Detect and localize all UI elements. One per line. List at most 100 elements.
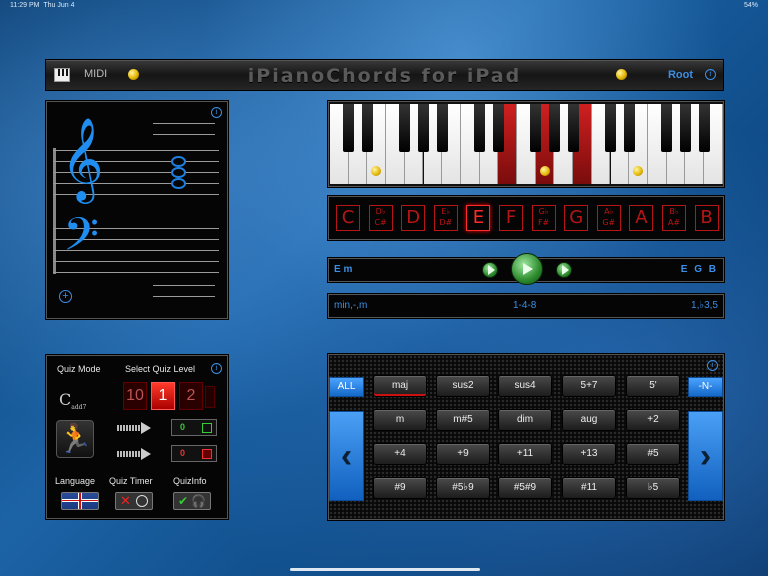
staff-info-icon[interactable]: i xyxy=(211,107,222,118)
add-icon[interactable]: + xyxy=(59,290,72,303)
chord-aliases: min,-,m xyxy=(334,300,368,311)
check-icon xyxy=(202,423,212,433)
all-button[interactable]: ALL xyxy=(329,377,364,397)
play-button[interactable] xyxy=(511,253,543,285)
prev-chord-button[interactable] xyxy=(482,262,498,278)
note-button[interactable]: G♭ F# xyxy=(531,205,556,231)
chord-type-button[interactable]: #5#9 xyxy=(498,477,552,499)
black-key[interactable] xyxy=(661,104,673,152)
status-bar: 11:29 PM Thu Jun 4 54% xyxy=(10,2,758,14)
n-button[interactable]: -N- xyxy=(688,377,723,397)
staff-note xyxy=(171,167,186,178)
chord-type-button[interactable]: +2 xyxy=(626,409,680,431)
note-button[interactable]: E xyxy=(466,205,491,231)
ledger-line xyxy=(153,296,215,297)
chord-type-button[interactable]: +11 xyxy=(498,443,552,465)
chord-type-button[interactable]: dim xyxy=(498,409,552,431)
black-key[interactable] xyxy=(343,104,355,152)
chord-intervals: 1-4-8 xyxy=(513,300,537,311)
treble-clef-icon: 𝄞 xyxy=(61,116,104,200)
chord-type-button[interactable]: #11 xyxy=(562,477,616,499)
staff-bar xyxy=(53,148,56,274)
chord-info-bar: min,-,m 1-4-8 1,♭3,5 xyxy=(328,294,724,318)
root-button[interactable]: Root xyxy=(668,69,693,81)
chord-type-button[interactable]: +13 xyxy=(562,443,616,465)
black-key[interactable] xyxy=(418,104,429,152)
chord-type-button[interactable]: m#5 xyxy=(436,409,490,431)
ledger-line xyxy=(153,285,215,286)
black-key[interactable] xyxy=(492,104,504,152)
black-key[interactable] xyxy=(474,104,486,152)
chord-type-button[interactable]: maj xyxy=(373,375,427,397)
quiz-level-1[interactable]: 1 xyxy=(151,382,175,410)
black-key[interactable] xyxy=(567,104,579,152)
chord-notes: E G B xyxy=(680,264,718,275)
start-quiz-button[interactable]: 🏃 xyxy=(56,420,94,458)
note-button[interactable]: A♭ G# xyxy=(596,205,621,231)
quiz-panel: Quiz Mode Select Quiz Level i Cadd7 10 1… xyxy=(46,355,228,519)
chord-type-panel: i ALL -N- ‹ › maj sus2 sus4 5+7 5' m m#5 dim aug… xyxy=(328,354,724,520)
staff-panel: i 𝄞 𝄢 + xyxy=(46,101,228,319)
chord-type-button[interactable]: 5+7 xyxy=(562,375,616,397)
note-button[interactable]: F xyxy=(499,205,523,231)
timer-button[interactable]: ✕ xyxy=(115,492,153,510)
black-key[interactable] xyxy=(361,104,373,152)
uk-flag-icon[interactable] xyxy=(61,492,99,510)
quiz-timer-label: Quiz Timer xyxy=(109,476,153,486)
note-button[interactable]: E♭ D# xyxy=(433,205,458,231)
arrow-icon xyxy=(117,422,151,434)
ledger-line xyxy=(153,134,215,135)
note-button[interactable]: D♭ C# xyxy=(368,205,393,231)
level-scroll[interactable] xyxy=(205,386,215,408)
chord-type-button[interactable]: ♭5 xyxy=(626,477,680,499)
black-key[interactable] xyxy=(548,104,560,152)
chord-type-button[interactable]: sus2 xyxy=(436,375,490,397)
black-key[interactable] xyxy=(623,104,635,152)
note-button[interactable]: B♭ A# xyxy=(662,205,686,231)
next-chord-button[interactable] xyxy=(556,262,572,278)
info-icon[interactable]: i xyxy=(705,69,716,80)
cross-icon xyxy=(202,449,212,459)
note-button[interactable]: C xyxy=(336,205,360,231)
home-indicator xyxy=(290,568,480,571)
ledger-line xyxy=(153,123,215,124)
chord-type-info-icon[interactable]: i xyxy=(707,360,718,371)
note-button[interactable]: G xyxy=(564,205,589,231)
note-button[interactable]: D xyxy=(401,205,426,231)
quiz-level-10[interactable]: 10 xyxy=(123,382,147,410)
black-key[interactable] xyxy=(530,104,542,152)
chord-type-button[interactable]: +4 xyxy=(373,443,427,465)
staff-note xyxy=(171,156,186,167)
note-marker xyxy=(633,166,644,176)
chord-type-button[interactable]: sus4 xyxy=(498,375,552,397)
chord-bar: E m E G B xyxy=(328,253,724,285)
wrong-score: 0 xyxy=(171,445,217,462)
chord-type-button[interactable]: #5 xyxy=(626,443,680,465)
quizinfo-button[interactable]: ✔ 🎧 xyxy=(173,492,211,510)
chord-type-button[interactable]: #9 xyxy=(373,477,427,499)
chord-type-button[interactable]: #5♭9 xyxy=(436,477,490,499)
quiz-level-2[interactable]: 2 xyxy=(179,382,203,410)
chevron-left-icon[interactable]: ‹ xyxy=(329,411,364,501)
note-button[interactable]: B xyxy=(694,205,719,231)
black-key[interactable] xyxy=(436,104,448,152)
chord-symbol-icon: Cadd7 xyxy=(59,390,87,412)
chord-type-button[interactable]: aug xyxy=(562,409,616,431)
quizinfo-label: QuizInfo xyxy=(173,476,207,486)
chord-type-button[interactable]: 5' xyxy=(626,375,680,397)
piano-keyboard[interactable] xyxy=(328,101,724,187)
chord-type-button[interactable]: +9 xyxy=(436,443,490,465)
staff-note xyxy=(171,178,186,189)
chord-type-button[interactable]: m xyxy=(373,409,427,431)
black-key[interactable] xyxy=(605,104,616,152)
black-key[interactable] xyxy=(698,104,710,152)
quiz-level-label: Select Quiz Level xyxy=(125,364,196,374)
battery-indicator: 54% xyxy=(743,2,758,9)
quiz-info-icon[interactable]: i xyxy=(211,363,222,374)
black-key[interactable] xyxy=(679,104,691,152)
chord-formula: 1,♭3,5 xyxy=(691,300,718,311)
chevron-right-icon[interactable]: › xyxy=(688,411,723,501)
note-button[interactable]: A xyxy=(629,205,654,231)
black-key[interactable] xyxy=(399,104,411,152)
language-label: Language xyxy=(55,476,96,486)
